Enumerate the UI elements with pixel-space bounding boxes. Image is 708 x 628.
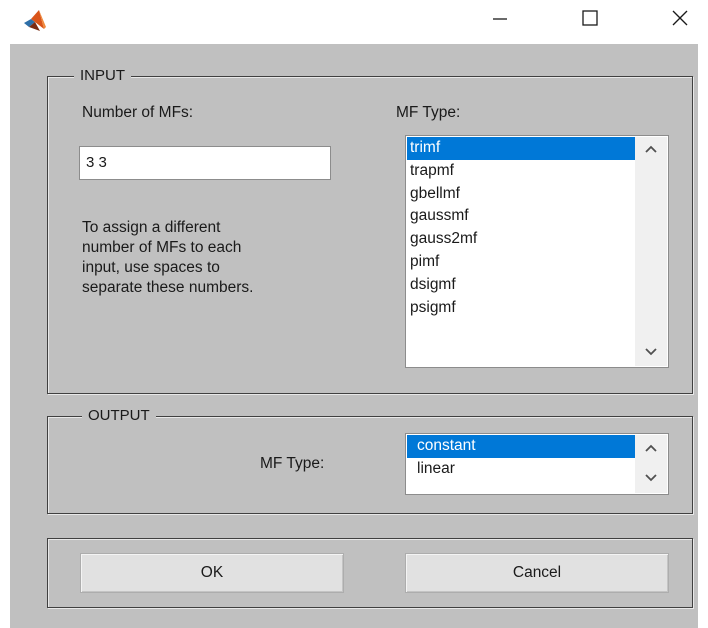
- input-listbox-scrollbar[interactable]: [635, 137, 667, 366]
- cancel-button[interactable]: Cancel: [405, 553, 669, 593]
- chevron-down-icon: [644, 344, 658, 362]
- scroll-up-button[interactable]: [635, 438, 667, 460]
- list-item-constant[interactable]: constant: [407, 435, 635, 458]
- list-item-linear[interactable]: linear: [407, 458, 635, 481]
- output-group-legend: OUTPUT: [82, 406, 156, 426]
- matlab-logo-icon: [22, 8, 48, 34]
- hint-line: To assign a different: [82, 219, 221, 236]
- hint-line: number of MFs to each: [82, 239, 242, 256]
- input-group-legend: INPUT: [74, 66, 131, 86]
- list-item-pimf[interactable]: pimf: [407, 251, 635, 274]
- list-item-gauss2mf[interactable]: gauss2mf: [407, 228, 635, 251]
- hint-line: input, use spaces to: [82, 259, 220, 276]
- list-item-gbellmf[interactable]: gbellmf: [407, 183, 635, 206]
- minimize-icon: [490, 8, 510, 33]
- input-mf-type-list: trimf trapmf gbellmf gaussmf gauss2mf pi…: [407, 137, 635, 319]
- chevron-up-icon: [644, 440, 658, 458]
- close-button[interactable]: [652, 0, 708, 40]
- list-item-psigmf[interactable]: psigmf: [407, 297, 635, 320]
- ok-button[interactable]: OK: [80, 553, 344, 593]
- input-mf-type-listbox[interactable]: trimf trapmf gbellmf gaussmf gauss2mf pi…: [405, 135, 669, 368]
- title-bar: [0, 0, 708, 44]
- list-item-dsigmf[interactable]: dsigmf: [407, 274, 635, 297]
- dialog-body: INPUT Number of MFs: 3 3 To assign a dif…: [10, 44, 698, 628]
- chevron-up-icon: [644, 141, 658, 159]
- hint-line: separate these numbers.: [82, 279, 254, 296]
- input-mf-type-label: MF Type:: [396, 104, 461, 121]
- maximize-icon: [580, 8, 600, 33]
- num-mfs-input[interactable]: 3 3: [79, 146, 331, 180]
- list-item-trimf[interactable]: trimf: [407, 137, 635, 160]
- output-mf-type-listbox[interactable]: constant linear: [405, 433, 669, 495]
- scroll-down-button[interactable]: [635, 468, 667, 490]
- output-mf-type-list: constant linear: [407, 435, 635, 481]
- list-item-gaussmf[interactable]: gaussmf: [407, 205, 635, 228]
- minimize-button[interactable]: [470, 0, 530, 40]
- chevron-down-icon: [644, 470, 658, 488]
- output-listbox-scrollbar[interactable]: [635, 435, 667, 493]
- num-mfs-label: Number of MFs:: [82, 104, 194, 121]
- output-mf-type-label: MF Type:: [260, 455, 325, 472]
- list-item-trapmf[interactable]: trapmf: [407, 160, 635, 183]
- scroll-up-button[interactable]: [635, 139, 667, 161]
- input-hint-text: To assign a different number of MFs to e…: [82, 218, 253, 298]
- maximize-button[interactable]: [560, 0, 620, 40]
- close-icon: [670, 8, 690, 33]
- scroll-down-button[interactable]: [635, 342, 667, 364]
